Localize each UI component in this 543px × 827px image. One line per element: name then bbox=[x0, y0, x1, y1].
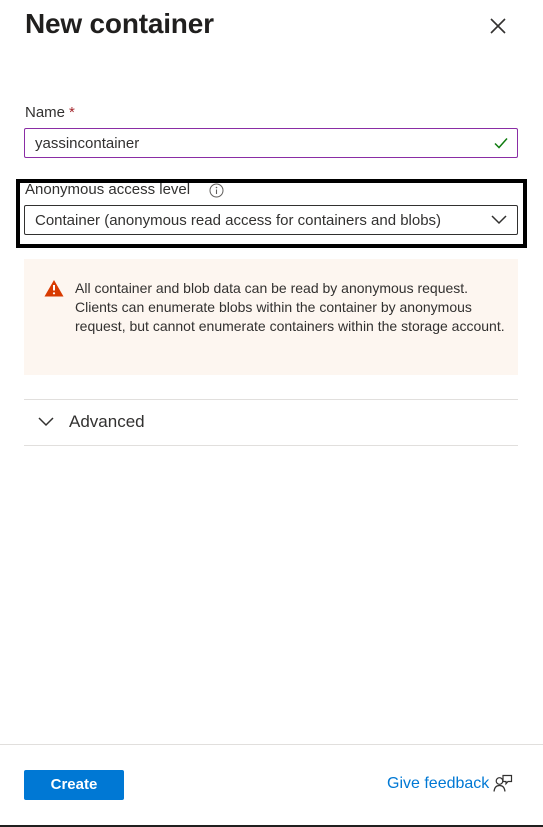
warning-text: All container and blob data can be read … bbox=[75, 280, 505, 334]
warning-icon bbox=[44, 280, 64, 297]
close-icon bbox=[490, 18, 506, 34]
access-level-dropdown[interactable]: Container (anonymous read access for con… bbox=[24, 205, 518, 235]
chevron-down-icon bbox=[38, 417, 54, 427]
divider-bottom bbox=[24, 445, 518, 446]
required-marker: * bbox=[69, 104, 75, 121]
name-input[interactable] bbox=[35, 133, 475, 153]
access-level-selected: Container (anonymous read access for con… bbox=[35, 212, 442, 229]
name-label-text: Name bbox=[25, 104, 66, 121]
name-label: Name * bbox=[25, 104, 75, 121]
give-feedback-link[interactable]: Give feedback bbox=[387, 775, 489, 797]
chevron-down-icon bbox=[491, 215, 507, 225]
panel-title: New container bbox=[25, 8, 214, 39]
access-level-label: Anonymous access level bbox=[25, 181, 191, 198]
advanced-section-toggle[interactable]: Advanced bbox=[24, 400, 518, 445]
new-container-panel: New container Name* Anonymous access lev… bbox=[0, 0, 543, 827]
name-input-wrapper bbox=[24, 128, 518, 158]
feedback-icon[interactable] bbox=[493, 774, 513, 794]
create-button[interactable]: Create bbox=[24, 770, 124, 800]
close-button[interactable] bbox=[485, 13, 511, 39]
info-icon[interactable] bbox=[209, 183, 224, 198]
warning-message: All container and blob data can be read … bbox=[24, 259, 518, 375]
footer-divider bbox=[0, 744, 543, 745]
checkmark-icon bbox=[494, 138, 508, 149]
advanced-label: Advanced bbox=[69, 412, 145, 431]
